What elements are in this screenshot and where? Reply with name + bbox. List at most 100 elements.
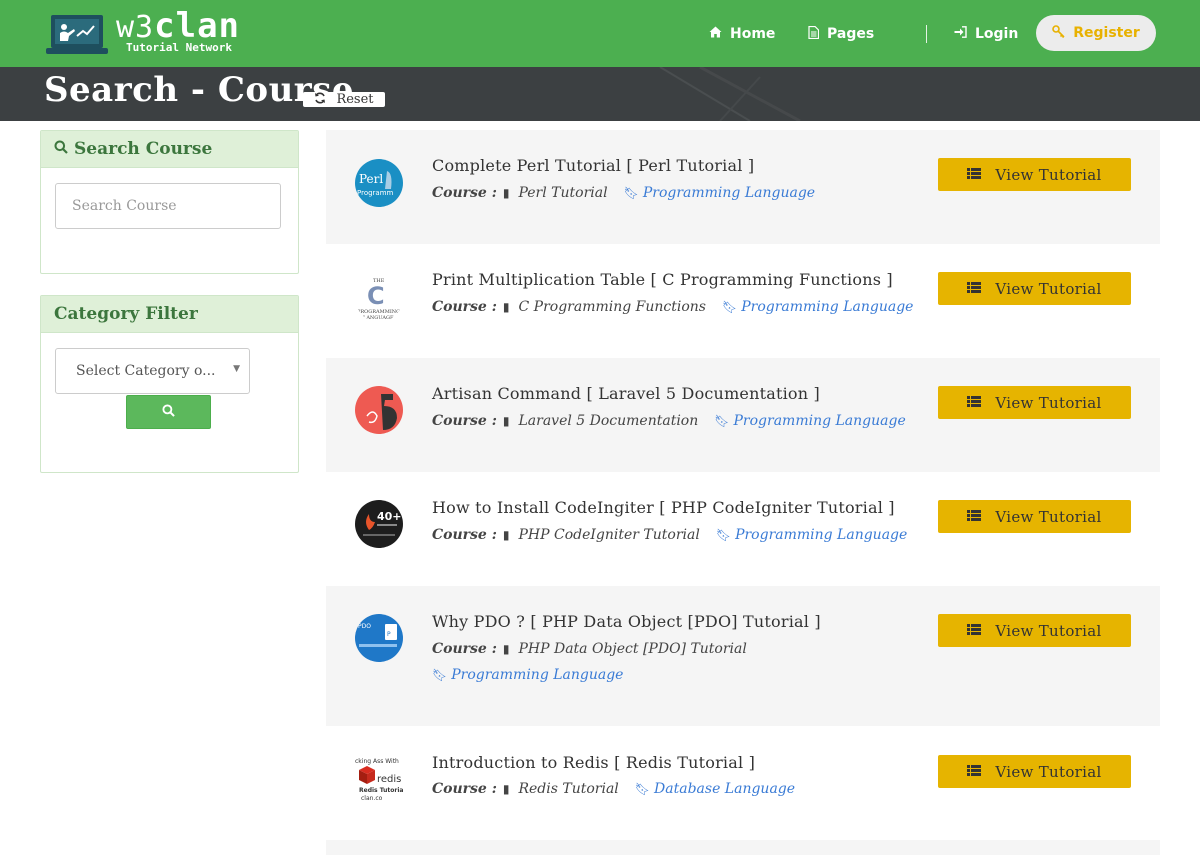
course-meta: Course : ▮ PHP Data Object [PDO] Tutoria… bbox=[432, 641, 747, 657]
course-item: cking Ass With redis Redis Tutorial clan.co… bbox=[326, 726, 1160, 840]
category-name: Programming Language bbox=[741, 299, 914, 315]
svg-text:cking Ass With: cking Ass With bbox=[355, 758, 399, 765]
register-label: Register bbox=[1073, 25, 1140, 41]
course-item: 40+ How to Install CodeIngiter [ PHP Cod… bbox=[326, 472, 1160, 586]
course-title[interactable]: Artisan Command [ Laravel 5 Documentatio… bbox=[432, 384, 820, 403]
view-tutorial-label: View Tutorial bbox=[995, 279, 1102, 298]
category-panel-heading: Category Filter bbox=[41, 296, 298, 333]
list-icon bbox=[967, 395, 982, 410]
category-link[interactable]: 🔖︎ Programming Language bbox=[714, 413, 905, 429]
bookmark-icon: 🔖︎ bbox=[715, 528, 732, 542]
course-label: Course : bbox=[432, 527, 497, 543]
view-tutorial-button[interactable]: View Tutorial bbox=[938, 755, 1131, 788]
course-meta: Course : ▮ Perl Tutorial 🔖︎ Programming L… bbox=[432, 185, 815, 201]
course-name: Perl Tutorial bbox=[518, 185, 608, 201]
search-panel-heading: Search Course bbox=[41, 131, 298, 168]
course-title[interactable]: Print Multiplication Table [ C Programmi… bbox=[432, 270, 893, 289]
brand-name: w3clan bbox=[116, 6, 241, 46]
category-search-button[interactable] bbox=[126, 395, 211, 429]
search-icon bbox=[162, 403, 175, 421]
category-link[interactable]: 🔖︎ Database Language bbox=[635, 781, 795, 797]
category-link[interactable]: 🔖︎ Programming Language bbox=[432, 667, 623, 683]
category-link[interactable]: 🔖︎ Programming Language bbox=[716, 527, 907, 543]
svg-text:Perl: Perl bbox=[359, 172, 383, 186]
search-icon bbox=[54, 139, 68, 159]
category-select[interactable]: Select Category o... ▼ bbox=[55, 348, 250, 394]
course-label: Course : bbox=[432, 641, 497, 657]
course-title[interactable]: Complete Perl Tutorial [ Perl Tutorial ] bbox=[432, 156, 754, 175]
sign-in-icon bbox=[954, 26, 967, 41]
nav-home[interactable]: Home bbox=[709, 0, 775, 67]
reset-button[interactable]: Reset bbox=[303, 92, 385, 107]
course-title[interactable]: Why PDO ? [ PHP Data Object [PDO] Tutori… bbox=[432, 612, 821, 631]
course-item: Perl Programm Complete Perl Tutorial [ Pe… bbox=[326, 130, 1160, 244]
dropdown-arrow-icon: ▼ bbox=[233, 364, 240, 374]
course-meta: Course : ▮ PHP CodeIgniter Tutorial 🔖︎ Pr… bbox=[432, 527, 907, 543]
book-icon: ▮ bbox=[502, 300, 510, 314]
course-title[interactable]: How to Install CodeIngiter [ PHP CodeIgn… bbox=[432, 498, 895, 517]
view-tutorial-button[interactable]: View Tutorial bbox=[938, 158, 1131, 191]
redis-thumbnail-icon: cking Ass With redis Redis Tutorial clan.co bbox=[355, 756, 403, 804]
course-meta: Course : ▮ C Programming Functions 🔖︎ Pro… bbox=[432, 299, 913, 315]
category-filter-panel: Category Filter Select Category o... ▼ bbox=[40, 295, 299, 473]
bookmark-icon: 🔖︎ bbox=[714, 414, 730, 428]
register-button[interactable]: Register bbox=[1036, 15, 1156, 51]
laravel-thumbnail-icon bbox=[355, 386, 403, 434]
search-course-input[interactable] bbox=[55, 183, 281, 229]
codeigniter-thumbnail-icon: 40+ bbox=[355, 500, 403, 548]
course-name: Laravel 5 Documentation bbox=[518, 413, 699, 429]
search-panel-title: Search Course bbox=[74, 139, 213, 159]
brand-tagline: Tutorial Network bbox=[126, 41, 232, 54]
course-name: PHP CodeIgniter Tutorial bbox=[518, 527, 700, 543]
course-meta: Course : ▮ Laravel 5 Documentation 🔖︎ Pro… bbox=[432, 413, 906, 429]
view-tutorial-button[interactable]: View Tutorial bbox=[938, 614, 1131, 647]
category-name: Programming Language bbox=[733, 413, 906, 429]
refresh-icon bbox=[314, 92, 326, 107]
svg-text:clan.co: clan.co bbox=[361, 795, 383, 802]
svg-text:redis: redis bbox=[377, 774, 401, 785]
course-label: Course : bbox=[432, 413, 497, 429]
category-name: Database Language bbox=[654, 781, 796, 797]
book-icon: ▮ bbox=[502, 528, 510, 542]
view-tutorial-button[interactable]: View Tutorial bbox=[938, 386, 1131, 419]
category-select-value: Select Category o... bbox=[76, 363, 216, 379]
title-bar-decoration bbox=[659, 67, 801, 121]
search-course-panel: Search Course bbox=[40, 130, 299, 274]
nav-login[interactable]: Login bbox=[954, 0, 1018, 67]
file-icon bbox=[808, 25, 820, 42]
book-icon: ▮ bbox=[502, 186, 510, 200]
course-label: Course : bbox=[432, 781, 497, 797]
bookmark-icon: 🔖︎ bbox=[634, 782, 651, 796]
reset-label: Reset bbox=[336, 92, 374, 107]
course-title[interactable]: Introduction to Redis [ Redis Tutorial ] bbox=[432, 753, 755, 772]
svg-text:C: C bbox=[367, 282, 385, 310]
list-icon bbox=[967, 167, 982, 182]
bookmark-icon: 🔖︎ bbox=[623, 186, 639, 200]
nav-home-label: Home bbox=[730, 25, 776, 42]
view-tutorial-label: View Tutorial bbox=[995, 621, 1102, 640]
view-tutorial-button[interactable]: View Tutorial bbox=[938, 500, 1131, 533]
bookmark-icon: 🔖︎ bbox=[721, 300, 738, 314]
view-tutorial-label: View Tutorial bbox=[995, 762, 1102, 781]
home-icon bbox=[709, 26, 722, 41]
course-name: PHP Data Object [PDO] Tutorial bbox=[518, 641, 747, 657]
svg-text:P: P bbox=[387, 631, 391, 638]
list-icon bbox=[967, 509, 982, 524]
nav-pages[interactable]: Pages bbox=[808, 0, 874, 67]
pdo-thumbnail-icon: PDO P bbox=[355, 614, 403, 662]
book-icon: ▮ bbox=[502, 414, 510, 428]
category-panel-title: Category Filter bbox=[54, 304, 198, 324]
category-link[interactable]: 🔖︎ Programming Language bbox=[624, 185, 815, 201]
site-logo[interactable]: w3clan Tutorial Network bbox=[46, 6, 256, 58]
view-tutorial-button[interactable]: View Tutorial bbox=[938, 272, 1131, 305]
book-icon: ▮ bbox=[502, 782, 510, 796]
svg-text:PDO: PDO bbox=[358, 623, 371, 630]
category-link[interactable]: 🔖︎ Programming Language bbox=[722, 299, 913, 315]
course-item: Artisan Command [ Laravel 5 Documentatio… bbox=[326, 358, 1160, 472]
category-name: Programming Language bbox=[735, 527, 908, 543]
view-tutorial-label: View Tutorial bbox=[995, 507, 1102, 526]
course-item-partial bbox=[326, 840, 1160, 855]
key-icon bbox=[1052, 24, 1065, 42]
c-programming-thumbnail-icon: THE C PROGRAMMING LANGUAGE bbox=[355, 274, 403, 322]
course-item: PDO P Why PDO ? [ PHP Data Object [PDO] T… bbox=[326, 586, 1160, 726]
